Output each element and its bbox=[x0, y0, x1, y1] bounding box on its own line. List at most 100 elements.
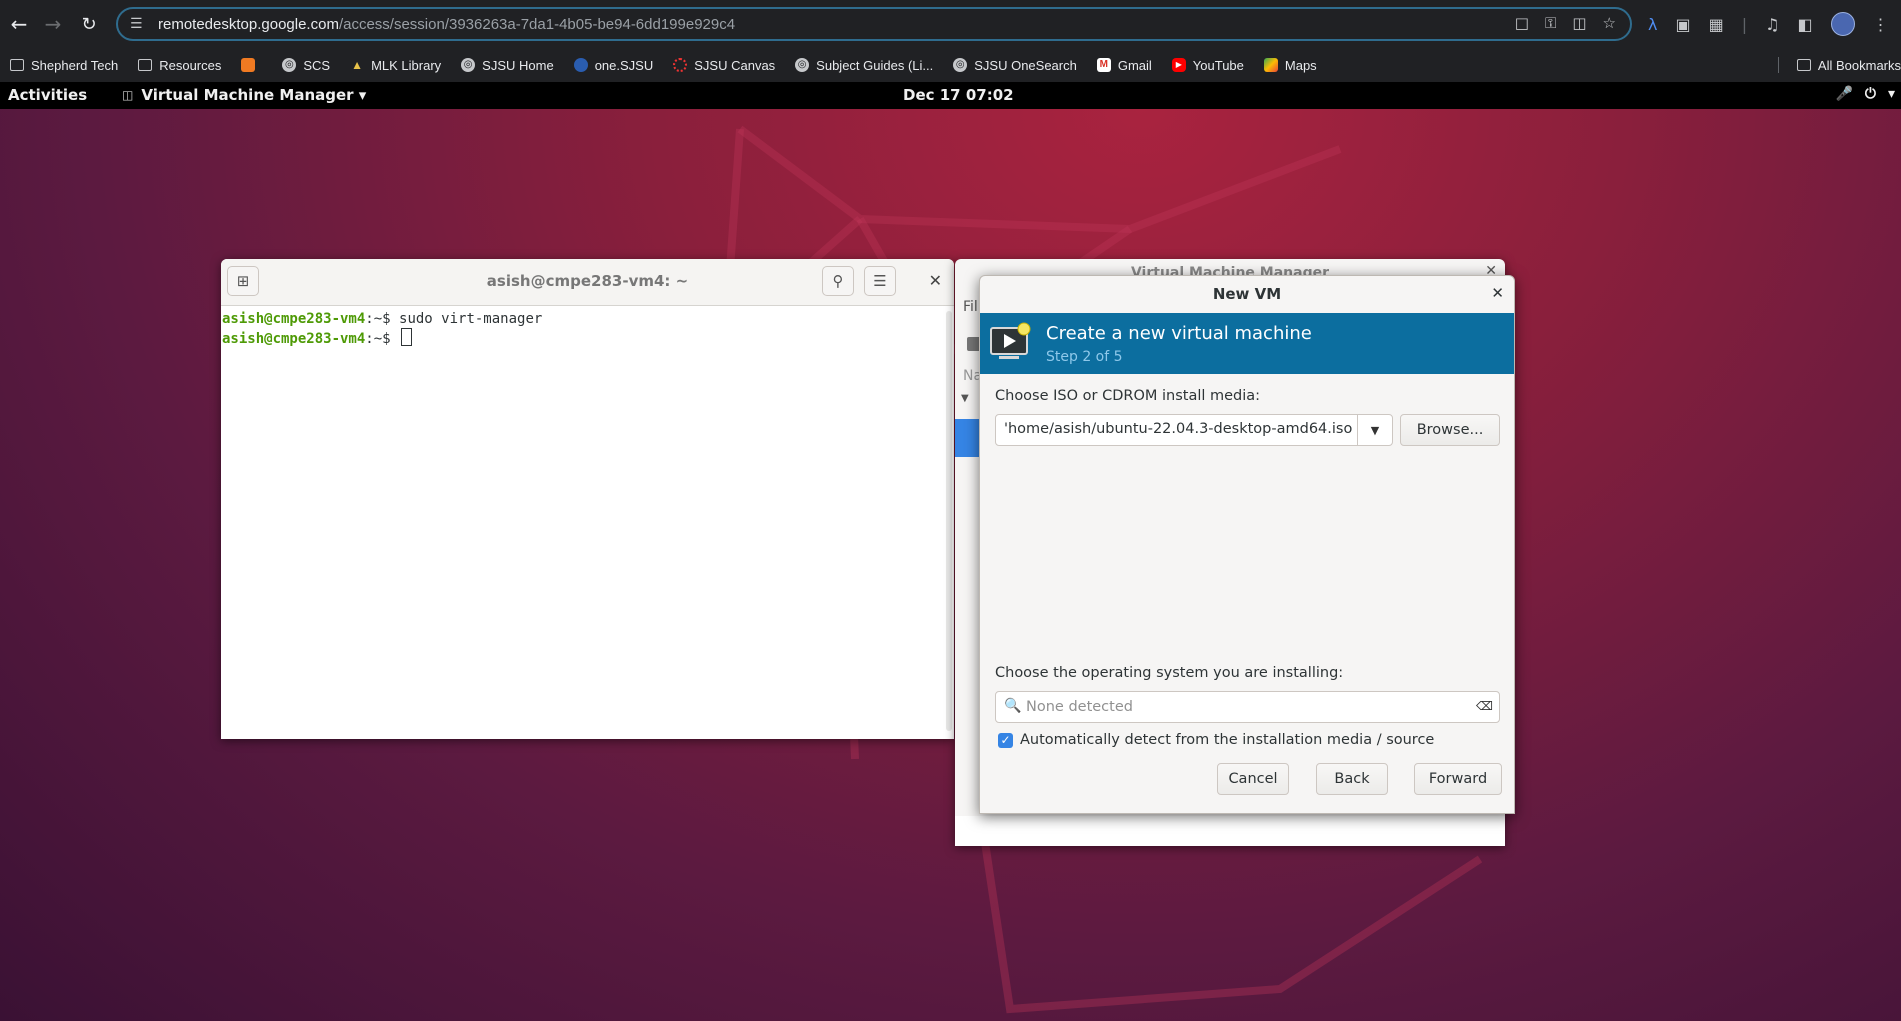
extension-lambda-icon[interactable]: λ bbox=[1648, 15, 1657, 34]
iso-path-combo[interactable]: 'home/asish/ubuntu-22.04.3-desktop-amd64… bbox=[995, 414, 1393, 446]
new-vm-monitor-icon bbox=[990, 322, 1031, 359]
hamburger-menu-icon: ☰ bbox=[873, 272, 887, 290]
bookmark-label: SCS bbox=[303, 57, 331, 73]
bookmark-youtube[interactable]: ▶ YouTube bbox=[1171, 57, 1244, 73]
bookmark-sjsu-onesearch[interactable]: ◎ SJSU OneSearch bbox=[953, 58, 1077, 73]
bookmark-mlk-library[interactable]: ▲ MLK Library bbox=[350, 58, 441, 73]
iso-media-label: Choose ISO or CDROM install media: bbox=[995, 388, 1261, 404]
os-label: Choose the operating system you are inst… bbox=[995, 665, 1344, 681]
bookmark-star-icon[interactable]: ☆ bbox=[1603, 14, 1616, 32]
extensions-puzzle-icon[interactable]: ▦ bbox=[1709, 15, 1724, 34]
bookmark-label: SJSU OneSearch bbox=[974, 57, 1077, 73]
wizard-banner: Create a new virtual machine Step 2 of 5 bbox=[980, 313, 1514, 374]
forward-arrow-icon[interactable]: → bbox=[36, 7, 70, 41]
bookmark-label: MLK Library bbox=[371, 57, 442, 73]
system-menu[interactable]: 🎤 ⏻ ▾ bbox=[1835, 86, 1895, 102]
bookmark-label: SJSU Canvas bbox=[694, 57, 776, 73]
bookmark-label: YouTube bbox=[1192, 57, 1244, 73]
bookmarks-bar: Shepherd Tech Resources ◎ SCS ▲ MLK Librar… bbox=[0, 48, 1901, 82]
auto-detect-label[interactable]: Automatically detect from the installati… bbox=[1020, 732, 1434, 748]
bookmark-label: SJSU Home bbox=[482, 57, 554, 73]
bookmarks-divider bbox=[1778, 57, 1779, 73]
chevron-down-icon: ▾ bbox=[1887, 86, 1895, 102]
extension-square-icon[interactable]: ▣ bbox=[1675, 15, 1690, 34]
url-path: /access/session/3936263a-7da1-4b05-be94-… bbox=[338, 15, 736, 33]
bookmark-shepherd-tech[interactable]: Shepherd Tech bbox=[10, 58, 118, 73]
close-icon[interactable]: ✕ bbox=[929, 271, 942, 290]
all-bookmarks[interactable]: All Bookmarks bbox=[1787, 48, 1901, 82]
terminal-scrollbar[interactable] bbox=[946, 311, 952, 731]
bookmark-label: Maps bbox=[1284, 57, 1317, 73]
terminal-search-button[interactable]: ⚲ bbox=[822, 266, 854, 296]
terminal-window[interactable]: ⊞ asish@cmpe283-vm4: ~ ⚲ ☰ ✕ asish@cmpe2… bbox=[221, 259, 954, 739]
site-settings-icon[interactable]: ☰ bbox=[130, 16, 148, 32]
cast-icon[interactable]: ◫ bbox=[1572, 14, 1586, 32]
bookmark-label: Shepherd Tech bbox=[31, 57, 119, 73]
browser-toolbar: ← → ↻ ☰ remotedesktop.google.com/access/… bbox=[0, 0, 1901, 48]
bookmark-label: one.SJSU bbox=[594, 57, 654, 73]
extension-icons: λ ▣ ▦ | ♫ ◧ ⋮ bbox=[1648, 12, 1889, 36]
step-indicator: Step 2 of 5 bbox=[1046, 349, 1123, 365]
profile-avatar[interactable] bbox=[1830, 12, 1855, 36]
globe-icon: ◎ bbox=[282, 58, 297, 72]
app-menu[interactable]: ◫ Virtual Machine Manager ▾ bbox=[122, 86, 366, 104]
new-vm-dialog[interactable]: New VM ✕ Create a new virtual machine St… bbox=[979, 275, 1515, 814]
bookmark-maps[interactable]: Maps bbox=[1263, 57, 1317, 73]
iso-path-value[interactable]: 'home/asish/ubuntu-22.04.3-desktop-amd64… bbox=[1004, 421, 1352, 437]
clear-icon[interactable]: ⌫ bbox=[1476, 699, 1493, 713]
cancel-button[interactable]: Cancel bbox=[1217, 763, 1289, 795]
globe-icon: ◎ bbox=[795, 58, 810, 72]
expand-arrow-icon[interactable]: ▼ bbox=[961, 393, 969, 404]
clock[interactable]: Dec 17 07:02 bbox=[903, 86, 1014, 104]
bookmark-label: Gmail bbox=[1117, 57, 1152, 73]
search-icon: 🔍 bbox=[1004, 698, 1022, 714]
bookmark-orange-app[interactable] bbox=[241, 58, 262, 72]
chevron-down-icon: ▼ bbox=[1370, 423, 1380, 437]
microphone-icon: 🎤 bbox=[1835, 86, 1853, 102]
reload-icon[interactable]: ↻ bbox=[72, 7, 106, 41]
bookmark-scs[interactable]: ◎ SCS bbox=[282, 58, 330, 73]
maps-icon bbox=[1263, 58, 1278, 72]
vm-manager-status-area bbox=[955, 816, 1505, 846]
activities-button[interactable]: Activities bbox=[8, 86, 87, 104]
auto-detect-checkbox[interactable]: ✓ bbox=[998, 733, 1013, 748]
new-vm-headerbar[interactable]: New VM ✕ bbox=[980, 276, 1514, 313]
bookmark-sjsu-canvas[interactable]: SJSU Canvas bbox=[673, 58, 775, 73]
globe-icon: ◎ bbox=[461, 58, 476, 72]
bookmark-one-sjsu[interactable]: one.SJSU bbox=[573, 57, 654, 73]
app-menu-label: Virtual Machine Manager ▾ bbox=[141, 86, 367, 104]
back-arrow-icon[interactable]: ← bbox=[2, 7, 36, 41]
clipboard-icon[interactable]: □ bbox=[1515, 14, 1529, 32]
terminal-headerbar[interactable]: ⊞ asish@cmpe283-vm4: ~ ⚲ ☰ ✕ bbox=[221, 259, 954, 306]
omnibox-actions: □ ⚿ ◫ ☆ bbox=[1515, 14, 1616, 32]
address-bar[interactable]: ☰ remotedesktop.google.com/access/sessio… bbox=[116, 7, 1632, 41]
key-icon[interactable]: ⚿ bbox=[1545, 14, 1556, 32]
terminal-output[interactable]: asish@cmpe283-vm4:~$ sudo virt-manager a… bbox=[221, 306, 954, 348]
folder-icon bbox=[10, 59, 24, 71]
canvas-icon bbox=[673, 58, 688, 72]
forward-button[interactable]: Forward bbox=[1414, 763, 1502, 795]
side-panel-icon[interactable]: ◧ bbox=[1797, 15, 1812, 34]
browse-button[interactable]: Browse... bbox=[1400, 414, 1500, 446]
os-search-input[interactable]: 🔍 None detected ⌫ bbox=[995, 691, 1500, 723]
bookmark-label: Resources bbox=[159, 57, 222, 73]
back-label: Back bbox=[1334, 771, 1370, 787]
terminal-menu-button[interactable]: ☰ bbox=[864, 266, 896, 296]
library-icon: ▲ bbox=[351, 58, 364, 72]
back-button[interactable]: Back bbox=[1316, 763, 1388, 795]
close-icon[interactable]: ✕ bbox=[1491, 284, 1504, 302]
command-text: sudo virt-manager bbox=[399, 311, 543, 327]
banner-title: Create a new virtual machine bbox=[1046, 323, 1312, 344]
bookmark-subject-guides[interactable]: ◎ Subject Guides (Li... bbox=[795, 58, 933, 73]
file-menu[interactable]: Fil bbox=[963, 299, 978, 315]
menu-kebab-icon[interactable]: ⋮ bbox=[1873, 15, 1889, 34]
media-queue-icon[interactable]: ♫ bbox=[1765, 15, 1779, 34]
bookmark-resources[interactable]: Resources bbox=[138, 58, 221, 73]
folder-icon bbox=[1796, 59, 1811, 71]
bookmark-gmail[interactable]: M Gmail bbox=[1096, 57, 1152, 73]
iso-dropdown-button[interactable]: ▼ bbox=[1357, 415, 1392, 445]
gnome-top-bar: Activities ◫ Virtual Machine Manager ▾ De… bbox=[0, 82, 1901, 109]
url-host: remotedesktop.google.com bbox=[158, 15, 339, 33]
forward-label: Forward bbox=[1428, 771, 1488, 787]
bookmark-sjsu-home[interactable]: ◎ SJSU Home bbox=[461, 58, 554, 73]
